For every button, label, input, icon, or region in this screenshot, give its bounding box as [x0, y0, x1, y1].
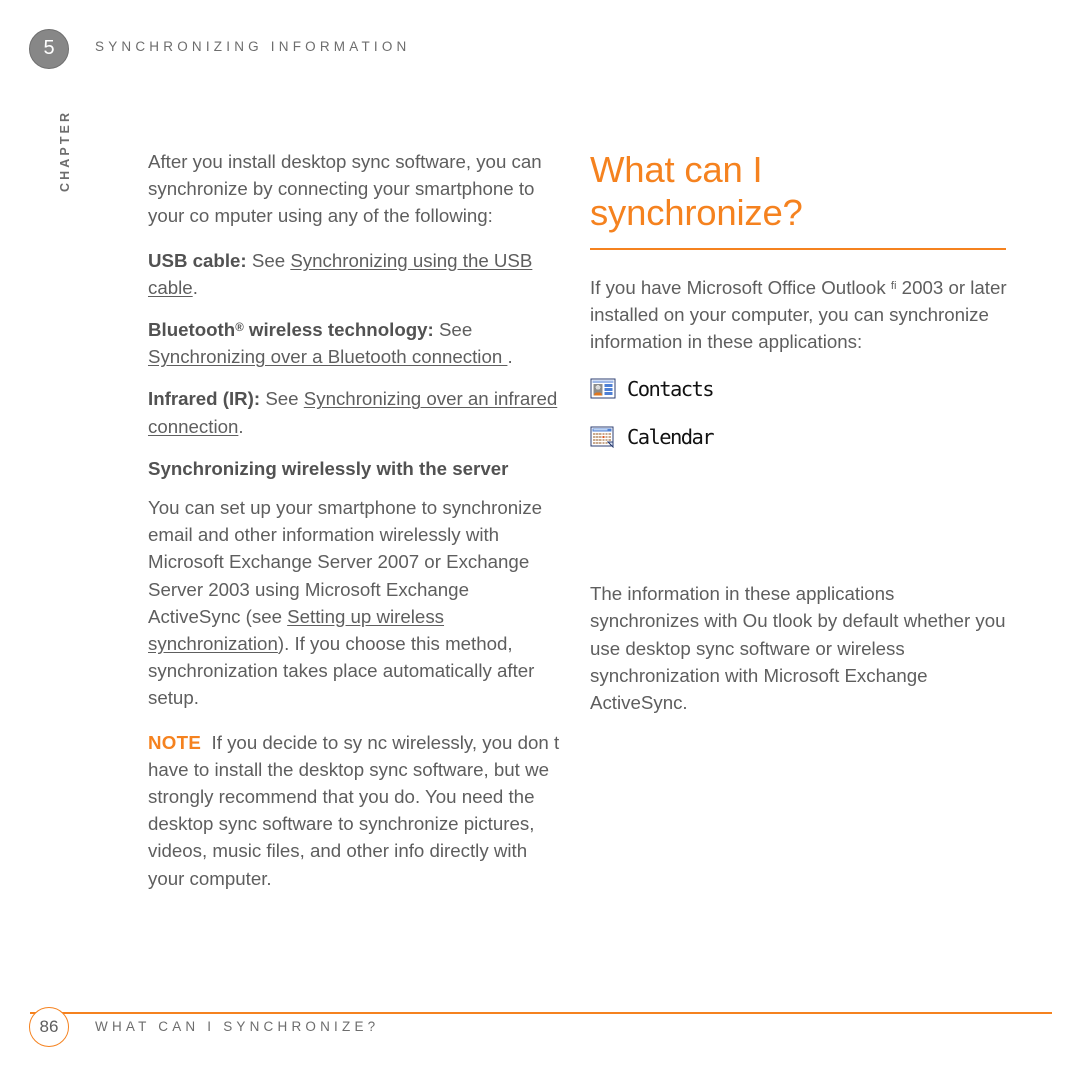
page-header: 5 SYNCHRONIZING INFORMATION: [0, 0, 1080, 96]
xref-synchronizing-over-bluetooth[interactable]: Synchronizing over a Bluetooth connectio…: [148, 346, 507, 367]
contacts-card-icon: [590, 377, 616, 401]
page-title-line2: synchronize?: [590, 192, 803, 233]
list-item: Calendar: [590, 420, 1008, 454]
sync-method-infrared-see: See: [260, 388, 304, 410]
note-label: NOTE: [148, 731, 202, 753]
sync-method-infrared: Infrared (IR): See Synchronizing over an…: [148, 385, 564, 439]
list-item: Contacts: [590, 372, 1008, 406]
running-header-title: SYNCHRONIZING INFORMATION: [95, 39, 411, 54]
app-label-contacts: Contacts: [627, 377, 715, 402]
intro-paragraph: After you install desktop sync software,…: [148, 151, 542, 227]
bluetooth-word: Bluetooth: [148, 319, 236, 341]
chapter-number-badge: 5: [29, 29, 69, 69]
sync-method-usb: USB cable: See Synchronizing using the U…: [148, 247, 564, 301]
title-divider-rule: [590, 248, 1006, 250]
page-title-line1: What can I: [590, 149, 763, 190]
calendar-grid-icon: [590, 425, 616, 449]
sync-method-usb-tail: .: [192, 276, 198, 298]
registered-mark-icon: ®: [235, 322, 244, 335]
footer-divider-rule: [30, 1012, 1052, 1014]
page-title: What can I synchronize?: [590, 148, 1008, 234]
sync-method-infrared-tail: .: [238, 415, 244, 437]
sync-method-bluetooth-term: Bluetooth® wireless technology:: [148, 319, 434, 340]
chapter-vertical-text: CHAPTER: [58, 109, 72, 192]
sync-method-bluetooth-tail: .: [507, 346, 513, 368]
sync-method-bluetooth-see: See: [433, 319, 473, 341]
app-label-calendar: Calendar: [627, 425, 715, 450]
note-text: If you decide to sy nc wirelessly, you d…: [148, 731, 560, 889]
sync-method-bluetooth: Bluetooth® wireless technology: See Sync…: [148, 316, 564, 370]
application-list: Contacts Calendar: [590, 372, 1008, 454]
wireless-sync-paragraph: You can set up your smartphone to synchr…: [148, 494, 564, 712]
sync-method-usb-term: USB cable:: [148, 249, 247, 271]
footer-section-title: WHAT CAN I SYNCHRONIZE?: [95, 1019, 380, 1034]
note-paragraph: NOTE If you decide to sy nc wirelessly, …: [148, 729, 564, 892]
left-text-column: After you install desktop sync software,…: [148, 148, 564, 892]
page-number-badge: 86: [29, 1007, 69, 1047]
sync-method-infrared-term: Infrared (IR):: [148, 388, 261, 410]
page-footer: [0, 996, 1080, 1080]
outlook-intro-paragraph: If you have Microsoft Office Outlook fi …: [590, 274, 1008, 356]
bluetooth-term-rest: wireless technology:: [243, 319, 434, 341]
chapter-vertical-label: CHAPTER: [28, 88, 72, 198]
right-content-column: What can I synchronize? If you have Micr…: [590, 148, 1008, 733]
closing-paragraph: The information in these applications sy…: [590, 583, 1006, 713]
outlook-intro-part1: If you have Microsoft Office Outlook: [590, 276, 891, 298]
sync-method-usb-see: See: [246, 249, 291, 271]
section-subheading: Synchronizing wirelessly with the server: [148, 457, 509, 479]
